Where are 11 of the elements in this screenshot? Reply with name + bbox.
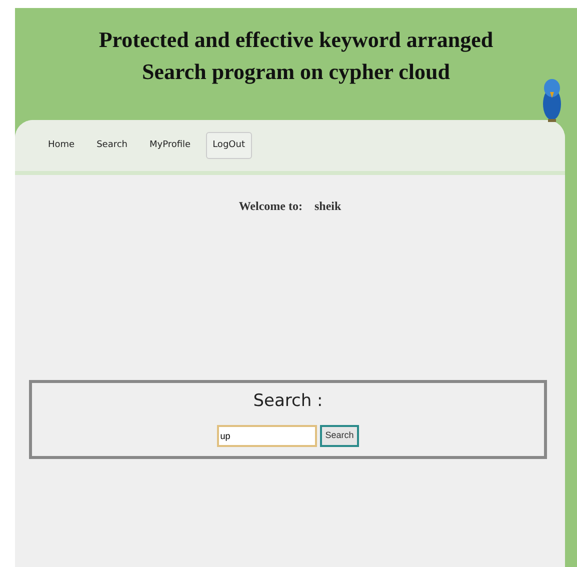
username: sheik	[314, 198, 342, 215]
site-title: Protected and effective keyword arranged Search program on cypher cloud	[98, 26, 494, 86]
nav-tab[interactable]: MyProfile	[142, 132, 198, 160]
bird-icon	[541, 76, 563, 124]
nav-tab[interactable]: Search	[90, 132, 134, 160]
nav-tab[interactable]: LogOut	[206, 132, 252, 160]
search-field[interactable]: up	[217, 424, 318, 446]
search-button[interactable]: Search	[320, 424, 359, 446]
welcome-label: Welcome to:	[238, 198, 302, 215]
search-heading: Search :	[253, 390, 323, 413]
nav-tab[interactable]: Home	[41, 132, 82, 160]
